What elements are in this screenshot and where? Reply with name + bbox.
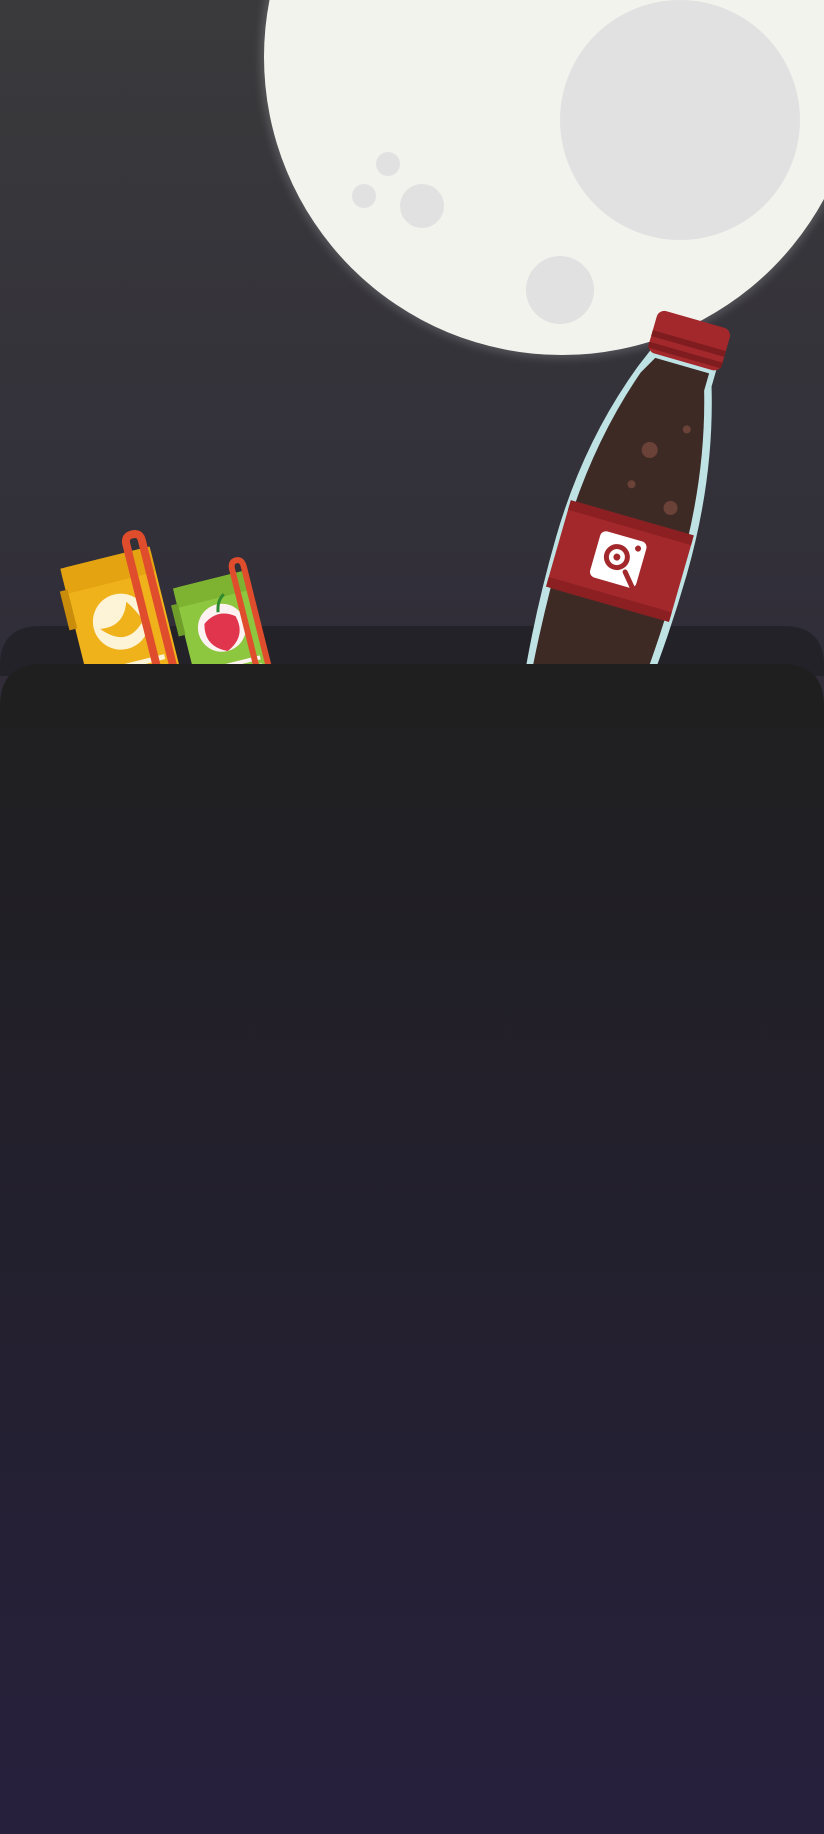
moon-crater [376,152,400,176]
moon-illustration [260,0,824,359]
moon-crater [560,0,800,240]
front-panel [0,664,824,1834]
illustration-scene [0,0,824,1834]
moon-crater [400,184,444,228]
moon-crater [352,184,376,208]
moon-crater [526,256,594,324]
scene-svg [0,0,824,1834]
